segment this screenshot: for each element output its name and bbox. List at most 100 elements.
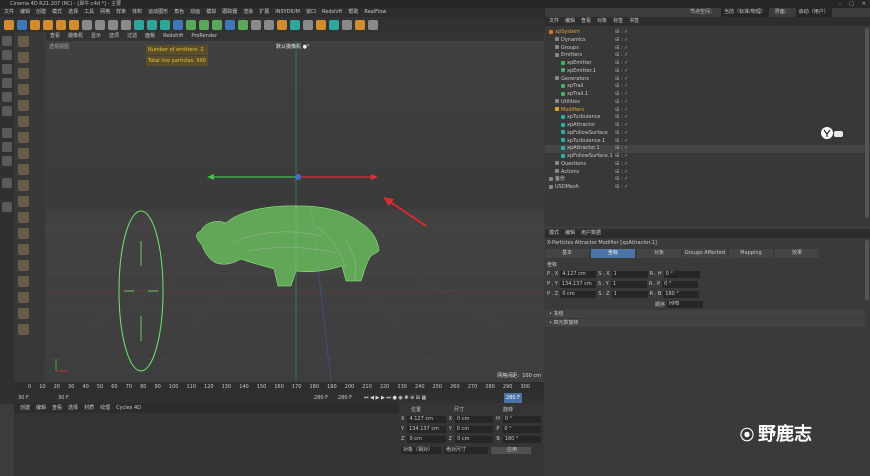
- material-menu-item[interactable]: 编辑: [36, 403, 46, 413]
- scale-icon[interactable]: [43, 19, 53, 30]
- attr-rot-h-field[interactable]: 0 °: [663, 270, 700, 278]
- object-menu-item[interactable]: 书签: [629, 17, 639, 26]
- viewport[interactable]: 透视视图 Number of emitters: 2 Total live pa…: [46, 41, 544, 382]
- xp-system-icon[interactable]: [290, 19, 300, 30]
- visibility-toggle-icon[interactable]: ⊞ : ✓: [615, 161, 628, 169]
- attr-pos-z-field[interactable]: 0 cm: [560, 290, 597, 298]
- current-frame[interactable]: 280 F: [504, 393, 523, 403]
- xp-palette-icon[interactable]: [18, 276, 29, 287]
- object-row[interactable]: xpFollowSurface.1 ⊞ : ✓: [545, 153, 865, 161]
- visibility-toggle-icon[interactable]: ⊞ : ✓: [615, 130, 628, 138]
- camera-icon[interactable]: [251, 19, 261, 30]
- object-row[interactable]: xpAttractor ⊞ : ✓: [545, 122, 865, 130]
- render-settings-icon[interactable]: [160, 19, 170, 30]
- xp-palette-icon[interactable]: [18, 180, 29, 191]
- menu-item[interactable]: 体积: [132, 8, 142, 17]
- object-row[interactable]: xpTrail ⊞ : ✓: [545, 83, 865, 91]
- menu-item[interactable]: 创建: [36, 8, 46, 17]
- visibility-toggle-icon[interactable]: ⊞ : ✓: [615, 138, 628, 146]
- close-button[interactable]: ✕: [862, 0, 866, 8]
- visibility-toggle-icon[interactable]: ⊞ : ✓: [615, 176, 628, 184]
- x-axis-icon[interactable]: [82, 19, 92, 30]
- menu-item[interactable]: 网格: [100, 8, 110, 17]
- attr-pos-x-field[interactable]: 4.127 cm: [560, 270, 597, 278]
- xp-palette-icon[interactable]: [18, 228, 29, 239]
- object-row[interactable]: xpFollowSurface ⊞ : ✓: [545, 130, 865, 138]
- attr-scrollbar[interactable]: [865, 240, 869, 300]
- pen-icon[interactable]: [186, 19, 196, 30]
- xp-palette-icon[interactable]: [18, 52, 29, 63]
- attr-tab[interactable]: 坐标: [591, 249, 635, 258]
- deformer-icon[interactable]: [225, 19, 235, 30]
- make-editable-icon[interactable]: [2, 36, 12, 46]
- xp-palette-icon[interactable]: [18, 260, 29, 271]
- visibility-toggle-icon[interactable]: ⊞ : ✓: [615, 107, 628, 115]
- texture-mode-icon[interactable]: [2, 50, 12, 60]
- start-frame[interactable]: 30 F: [18, 393, 29, 403]
- menu-item[interactable]: 运动图形: [148, 8, 168, 17]
- light-icon[interactable]: [264, 19, 274, 30]
- viewport-menu-item[interactable]: 摄像机: [68, 32, 83, 41]
- xp-palette-icon[interactable]: [18, 116, 29, 127]
- material-menu-item[interactable]: 创建: [20, 403, 30, 413]
- material-menu-item[interactable]: 选择: [68, 403, 78, 413]
- visibility-toggle-icon[interactable]: ⊞ : ✓: [615, 29, 628, 37]
- attr-tab[interactable]: 对象: [637, 249, 681, 258]
- attr-tab[interactable]: 效果: [775, 249, 819, 258]
- xp-palette-icon[interactable]: [18, 292, 29, 303]
- object-row[interactable]: USDMesh ⊞ : ✓: [545, 184, 865, 192]
- menu-item[interactable]: 工具: [84, 8, 94, 17]
- material-menu-item[interactable]: 材质: [84, 403, 94, 413]
- attr-tab[interactable]: Mapping: [729, 249, 773, 258]
- object-menu-item[interactable]: 文件: [549, 17, 559, 26]
- rot-h-field[interactable]: 0 °: [502, 415, 542, 423]
- visibility-toggle-icon[interactable]: ⊞ : ✓: [615, 91, 628, 99]
- attr-rot-b-field[interactable]: 180 °: [663, 290, 700, 298]
- object-row[interactable]: Actions ⊞ : ✓: [545, 169, 865, 177]
- minimize-button[interactable]: –: [839, 0, 842, 8]
- viewport-menu-item[interactable]: 查看: [50, 32, 60, 41]
- point-mode-icon[interactable]: [2, 64, 12, 74]
- object-scrollbar[interactable]: [865, 28, 869, 218]
- object-row[interactable]: xpEmitter ⊞ : ✓: [545, 60, 865, 68]
- xp-modifier-icon[interactable]: [316, 19, 326, 30]
- visibility-toggle-icon[interactable]: ⊞ : ✓: [615, 68, 628, 76]
- visibility-toggle-icon[interactable]: ⊞ : ✓: [615, 76, 628, 84]
- attr-pos-y-field[interactable]: 134.137 cm: [559, 280, 596, 288]
- menu-item[interactable]: Redshift: [322, 8, 342, 17]
- xp-palette-icon[interactable]: [18, 84, 29, 95]
- axis-mode-icon[interactable]: [2, 106, 12, 116]
- attribute-menu-item[interactable]: 模式: [549, 229, 559, 238]
- apply-button[interactable]: 应用: [491, 446, 531, 454]
- quaternion-section[interactable]: • 四元数旋转: [545, 319, 865, 327]
- snap-icon[interactable]: [2, 128, 12, 138]
- visibility-toggle-icon[interactable]: ⊞ : ✓: [615, 99, 628, 107]
- viewport-menu-item[interactable]: ProRender: [191, 32, 217, 41]
- material-menu-item[interactable]: Cycles 4D: [116, 403, 141, 413]
- menu-item[interactable]: 动画: [190, 8, 200, 17]
- menu-item[interactable]: 样条: [116, 8, 126, 17]
- xp-question-icon[interactable]: [329, 19, 339, 30]
- visibility-toggle-icon[interactable]: ⊞ : ✓: [615, 184, 628, 192]
- render-picture-icon[interactable]: [147, 19, 157, 30]
- pos-z-field[interactable]: 0 cm: [407, 435, 446, 443]
- menu-item[interactable]: 模式: [52, 8, 62, 17]
- visibility-toggle-icon[interactable]: ⊞ : ✓: [615, 153, 628, 161]
- menu-item[interactable]: 模拟: [206, 8, 216, 17]
- attr-tab[interactable]: Groups Affected: [683, 249, 727, 258]
- transport-controls[interactable]: ⏮ ◀ ▶ ▶ ⏭ ● ◉ ⦿ ⊕ ⊞ ▦: [364, 393, 426, 403]
- attr-scale-z-field[interactable]: 1: [611, 290, 648, 298]
- render-view-icon[interactable]: [134, 19, 144, 30]
- attr-scale-x-field[interactable]: 1: [611, 270, 648, 278]
- y-axis-icon[interactable]: [95, 19, 105, 30]
- visibility-toggle-icon[interactable]: ⊞ : ✓: [615, 83, 628, 91]
- object-row[interactable]: xpTurbulence.1 ⊞ : ✓: [545, 138, 865, 146]
- maximize-button[interactable]: □: [849, 0, 854, 8]
- move-icon[interactable]: [30, 19, 40, 30]
- xp-palette-icon[interactable]: [18, 196, 29, 207]
- z-axis-icon[interactable]: [108, 19, 118, 30]
- recent-tool-icon[interactable]: [69, 19, 79, 30]
- field-icon[interactable]: [238, 19, 248, 30]
- coordinate-system-icon[interactable]: [121, 19, 131, 30]
- visibility-toggle-icon[interactable]: ⊞ : ✓: [615, 45, 628, 53]
